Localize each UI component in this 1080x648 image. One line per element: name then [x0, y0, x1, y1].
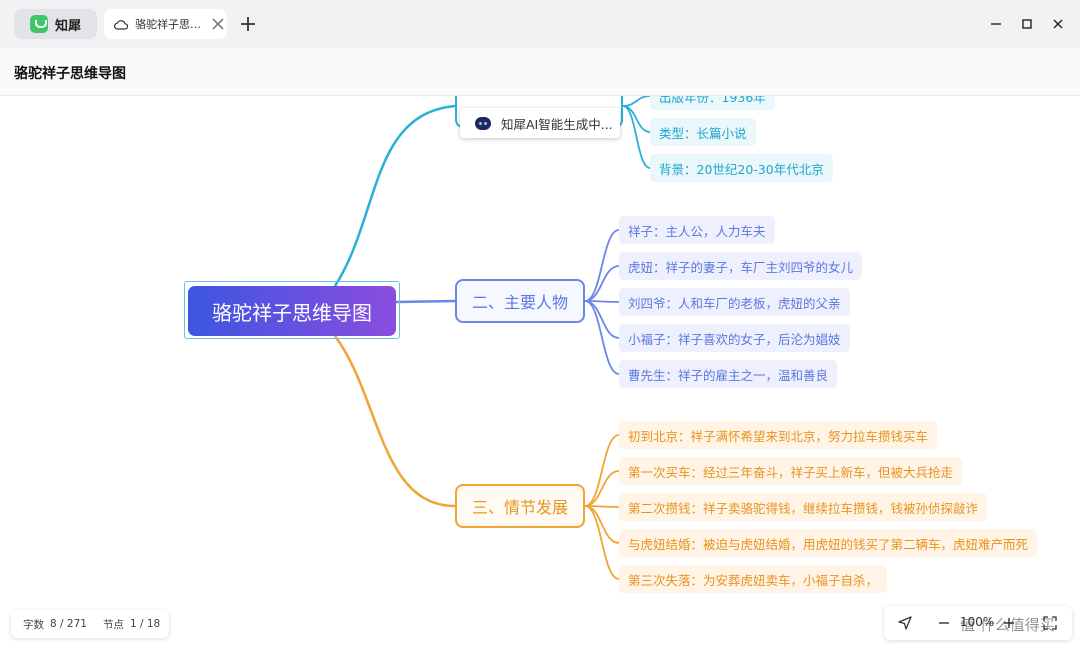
close-icon[interactable]	[1049, 15, 1067, 33]
word-count-panel: 字数 8 / 271 节点 1 / 18	[11, 610, 169, 638]
leaf-node[interactable]: 与虎妞结婚：被迫与虎妞结婚，用虎妞的钱买了第二辆车，虎妞难产而死	[619, 529, 1038, 557]
app-logo-icon	[30, 15, 48, 33]
locate-icon[interactable]	[896, 614, 914, 632]
branch-node-3[interactable]: 三、情节发展	[455, 484, 585, 528]
plus-icon[interactable]	[238, 14, 258, 34]
branch-leaf-connector	[584, 434, 620, 507]
leaf-node[interactable]: 第二次攒钱：祥子卖骆驼得钱，继续拉车攒钱，钱被孙侦探敲诈	[619, 493, 988, 521]
mindmap-canvas[interactable]: 骆驼祥子思维导图 二、主要人物 三、情节发展 出版年份：1936年 类型：长篇小…	[0, 96, 1080, 648]
leaf-node[interactable]: 类型：长篇小说	[650, 118, 756, 146]
leaf-node[interactable]: 虎妞：祥子的妻子，车厂主刘四爷的女儿	[619, 252, 863, 280]
document-tab-title: 骆驼祥子思…	[135, 18, 201, 31]
watermark: 值 什么值得买	[960, 616, 1055, 634]
app-home-tab[interactable]: 知犀	[14, 9, 97, 39]
branch-leaf-connector	[622, 105, 651, 133]
ai-generating-tooltip: 知犀AI智能生成中...	[460, 108, 620, 138]
branch-node-2[interactable]: 二、主要人物	[455, 279, 585, 323]
branch-leaf-connector	[584, 265, 620, 302]
app-name: 知犀	[55, 18, 82, 34]
leaf-node[interactable]: 出版年份：1936年	[650, 96, 775, 110]
mindmap-connectors	[333, 96, 651, 580]
root-node[interactable]: 骆驼祥子思维导图	[188, 286, 396, 336]
branch-leaf-connector	[622, 105, 651, 169]
leaf-node[interactable]: 刘四爷：人和车厂的老板，虎妞的父亲	[619, 288, 850, 316]
robot-icon	[475, 116, 491, 130]
branch-leaf-connector	[584, 505, 620, 544]
leaf-node[interactable]: 小福子：祥子喜欢的女子，后沦为娼妓	[619, 324, 850, 352]
document-header: 骆驼祥子思维导图	[0, 48, 1080, 96]
zoom-out-icon[interactable]	[935, 614, 953, 632]
document-tab[interactable]: 骆驼祥子思…	[104, 9, 227, 39]
cloud-icon	[114, 19, 128, 30]
root-branch-connector	[333, 104, 456, 287]
words-value: 8 / 271	[50, 618, 87, 630]
tab-bar: 知犀 骆驼祥子思…	[0, 0, 1080, 48]
leaf-node[interactable]: 背景：20世纪20-30年代北京	[650, 154, 833, 182]
leaf-node[interactable]: 第三次失落：为安葬虎妞卖车，小福子自杀，	[619, 565, 888, 593]
branch-leaf-connector	[584, 470, 620, 507]
minimize-icon[interactable]	[987, 15, 1005, 33]
leaf-node[interactable]: 第一次买车：经过三年奋斗，祥子买上新车，但被大兵抢走	[619, 457, 963, 485]
nodes-value: 1 / 18	[129, 618, 161, 630]
page-title: 骆驼祥子思维导图	[14, 66, 126, 82]
close-icon[interactable]	[211, 17, 225, 31]
leaf-node[interactable]: 祥子：主人公，人力车夫	[619, 216, 775, 244]
branch-leaf-connector	[584, 229, 620, 302]
branch-leaf-connector	[622, 96, 651, 107]
leaf-node[interactable]: 初到北京：祥子满怀希望来到北京，努力拉车攒钱买车	[619, 421, 938, 449]
ai-status-text: 知犀AI智能生成中...	[501, 116, 613, 132]
maximize-icon[interactable]	[1018, 15, 1036, 33]
root-branch-connector	[333, 335, 456, 508]
leaf-node[interactable]: 曹先生：祥子的雇主之一，温和善良	[619, 360, 838, 388]
nodes-label: 节点	[102, 618, 124, 631]
words-label: 字数	[23, 618, 44, 631]
branch-leaf-connector	[584, 300, 620, 339]
root-branch-connector	[395, 299, 456, 304]
